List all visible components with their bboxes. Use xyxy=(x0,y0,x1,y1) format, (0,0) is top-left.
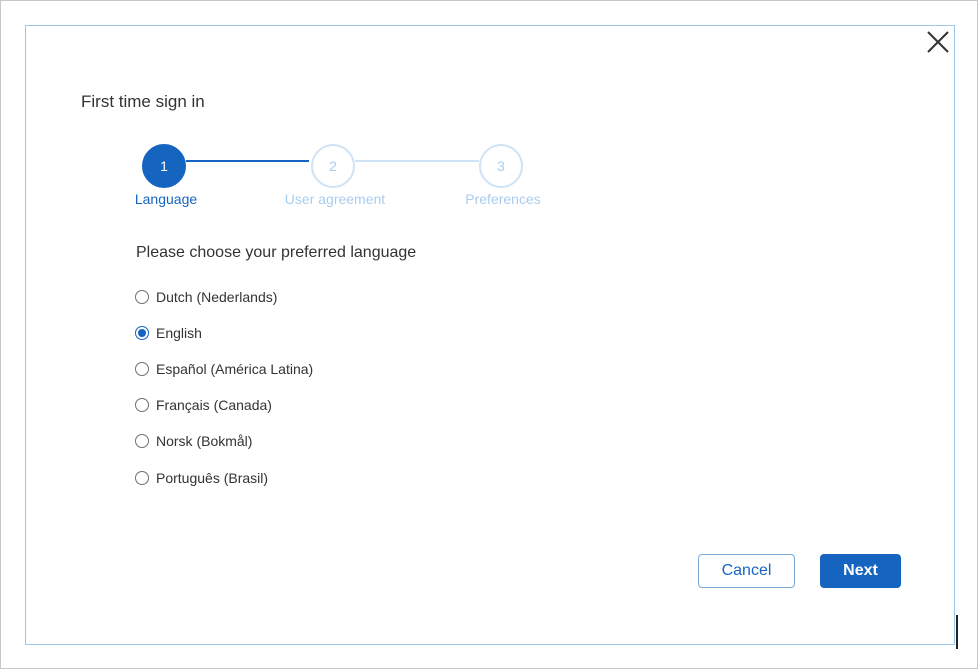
close-icon xyxy=(927,31,949,53)
radio-button[interactable] xyxy=(135,362,149,376)
step-3-label: Preferences xyxy=(465,191,541,207)
radio-button[interactable] xyxy=(135,434,149,448)
step-3-circle: 3 xyxy=(479,144,523,188)
edge-marker xyxy=(956,615,958,649)
radio-button[interactable] xyxy=(135,471,149,485)
step-2-circle: 2 xyxy=(311,144,355,188)
option-label: Français (Canada) xyxy=(156,397,272,413)
step-connector-1 xyxy=(186,160,309,162)
radio-button[interactable] xyxy=(135,398,149,412)
option-label: English xyxy=(156,325,202,341)
option-label: Español (América Latina) xyxy=(156,361,314,377)
dialog-title: First time sign in xyxy=(81,92,205,111)
option-label: Português (Brasil) xyxy=(156,470,269,486)
option-label: Dutch (Nederlands) xyxy=(156,289,278,305)
cancel-button[interactable]: Cancel xyxy=(698,554,795,588)
language-option-espanol[interactable]: Español (América Latina) xyxy=(135,359,313,379)
close-button[interactable] xyxy=(925,29,951,55)
language-option-francais[interactable]: Français (Canada) xyxy=(135,395,272,415)
step-1-circle[interactable]: 1 xyxy=(142,144,186,188)
step-2-number: 2 xyxy=(329,158,337,174)
step-connector-2 xyxy=(355,160,479,162)
radio-button[interactable] xyxy=(135,290,149,304)
step-2-label: User agreement xyxy=(284,191,386,207)
step-3-number: 3 xyxy=(497,158,505,174)
language-option-portugues[interactable]: Português (Brasil) xyxy=(135,468,268,488)
step-1-label: Language xyxy=(134,191,198,207)
radio-button-selected[interactable] xyxy=(135,326,149,340)
step-1-number: 1 xyxy=(160,158,168,174)
language-option-english[interactable]: English xyxy=(135,323,202,343)
option-label: Norsk (Bokmål) xyxy=(156,433,253,449)
language-prompt: Please choose your preferred language xyxy=(136,244,417,261)
next-button[interactable]: Next xyxy=(820,554,901,588)
language-option-dutch[interactable]: Dutch (Nederlands) xyxy=(135,287,277,307)
language-option-norsk[interactable]: Norsk (Bokmål) xyxy=(135,431,252,451)
